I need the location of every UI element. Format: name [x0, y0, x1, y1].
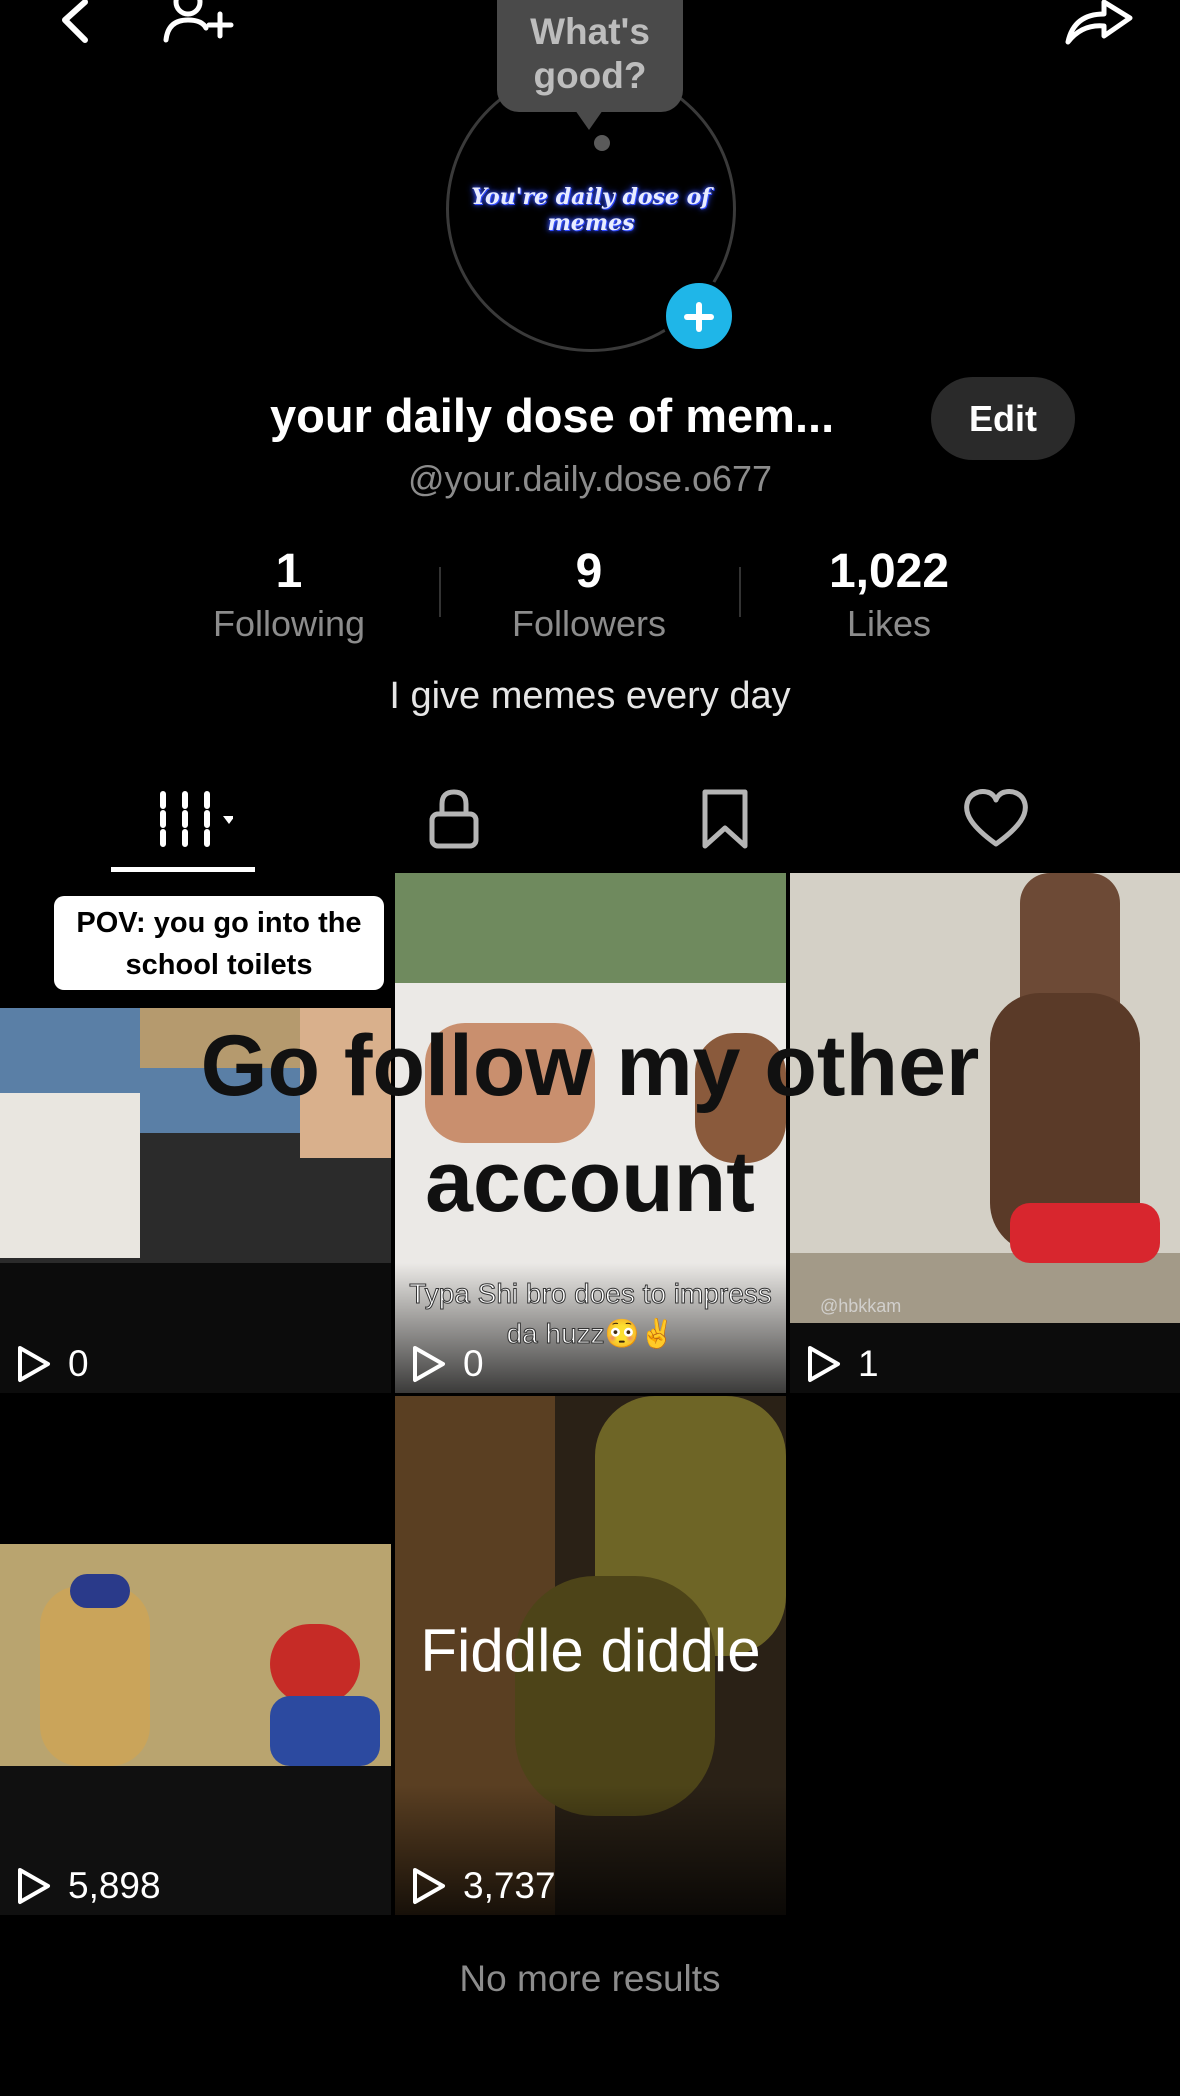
video-caption: POV: you go into the school toilets — [54, 896, 384, 990]
video-thumbnail — [1010, 1203, 1160, 1263]
stat-likes-value: 1,022 — [828, 545, 950, 598]
share-icon[interactable] — [1064, 0, 1136, 46]
bookmark-icon — [702, 789, 748, 849]
view-count-value: 1 — [858, 1343, 879, 1384]
stat-likes-label: Likes — [846, 603, 932, 644]
video-thumbnail — [70, 1574, 130, 1608]
no-more-results: No more results — [459, 1958, 721, 1999]
video-watermark: @hbkkam — [820, 1296, 902, 1316]
status-bubble-line1: What's — [530, 11, 650, 52]
play-icon — [18, 1346, 50, 1382]
status-bubble-line2: good? — [533, 55, 647, 96]
video-caption: Fiddle diddle — [420, 1617, 761, 1684]
display-name: your daily dose of mem... — [270, 389, 835, 442]
video-thumbnail — [0, 1093, 140, 1258]
stat-divider — [439, 567, 441, 617]
stat-following-label: Following — [212, 603, 366, 644]
bio: I give memes every day — [389, 675, 791, 717]
stat-following[interactable]: 1 Following — [169, 544, 409, 646]
add-avatar-button[interactable] — [662, 279, 736, 353]
stat-followers[interactable]: 9 Followers — [469, 544, 709, 646]
play-icon — [808, 1346, 840, 1382]
username: @your.daily.dose.o677 — [407, 458, 773, 499]
follow-overlay-text: Go follow my other account — [200, 1018, 980, 1230]
view-count-value: 5,898 — [68, 1865, 161, 1906]
view-count: 3,737 — [411, 1865, 556, 1907]
view-count: 0 — [16, 1343, 89, 1385]
video-tile[interactable]: 5,898 — [0, 1396, 391, 1915]
avatar-logo-text: You're daily dose of memes — [471, 184, 711, 236]
view-count: 1 — [806, 1343, 879, 1385]
play-icon — [18, 1868, 50, 1904]
lock-icon — [429, 789, 479, 849]
video-thumbnail — [270, 1696, 380, 1766]
stat-following-value: 1 — [275, 545, 303, 598]
tab-private[interactable] — [384, 776, 524, 876]
stat-likes[interactable]: 1,022 Likes — [769, 544, 1009, 646]
stat-divider — [739, 567, 741, 617]
bubble-dot — [594, 135, 610, 151]
view-count-value: 0 — [68, 1343, 89, 1384]
add-friend-icon[interactable] — [160, 0, 236, 46]
status-bubble[interactable]: What's good? — [497, 0, 683, 130]
video-thumbnail — [790, 1253, 1180, 1333]
tab-videos[interactable] — [113, 776, 253, 876]
video-thumbnail — [40, 1586, 150, 1766]
edit-profile-button[interactable]: Edit — [931, 377, 1075, 460]
heart-icon — [964, 789, 1028, 847]
video-thumbnail — [395, 873, 786, 983]
stat-followers-label: Followers — [511, 603, 667, 644]
tab-active-indicator — [111, 867, 255, 872]
back-icon[interactable] — [55, 0, 95, 44]
video-thumbnail — [515, 1576, 715, 1816]
tab-liked[interactable] — [926, 776, 1066, 876]
view-count-value: 3,737 — [463, 1865, 556, 1906]
video-thumbnail — [270, 1624, 360, 1704]
tab-saved[interactable] — [655, 776, 795, 876]
stat-followers-value: 9 — [575, 545, 603, 598]
video-caption: Typa Shi bro does to impress da huzz😳✌️ — [409, 1278, 773, 1350]
videos-icon — [160, 791, 233, 847]
play-icon — [413, 1868, 445, 1904]
view-count: 5,898 — [16, 1865, 161, 1907]
